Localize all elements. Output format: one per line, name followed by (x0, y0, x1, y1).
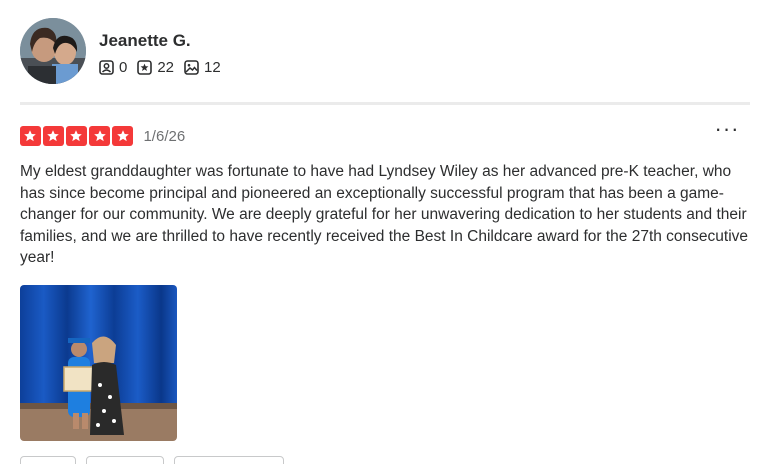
reviews-count: 22 (157, 59, 175, 76)
friends-count: 0 (119, 59, 128, 76)
friends-icon (99, 60, 114, 75)
star-icon (112, 125, 133, 147)
friends-stat: 0 (99, 59, 127, 76)
photo-icon (184, 60, 199, 75)
star-icon (66, 125, 87, 147)
photos-stat: 12 (184, 59, 221, 76)
more-options-icon[interactable]: ··· (714, 118, 740, 146)
reviewer-header: Jeanette G. 0 22 12 (20, 18, 750, 88)
reaction-buttons (20, 456, 294, 464)
avatar[interactable] (20, 18, 86, 84)
review-text: My eldest granddaughter was fortunate to… (20, 163, 749, 266)
star-icon (43, 125, 64, 147)
reaction-button-thanks[interactable] (86, 456, 164, 464)
reviewer-name[interactable]: Jeanette G. (99, 31, 191, 51)
section-divider (20, 102, 750, 105)
star-icon (89, 125, 110, 147)
star-icon (20, 125, 41, 147)
review-date: 1/6/26 (143, 127, 186, 145)
reaction-button-love[interactable] (174, 456, 284, 464)
review-photo[interactable] (20, 285, 177, 441)
reviews-stat: 22 (137, 59, 174, 76)
reviewer-stats: 0 22 12 (99, 59, 231, 76)
star-rating (20, 125, 135, 147)
reaction-button-helpful[interactable] (20, 456, 76, 464)
photos-count: 12 (204, 59, 221, 76)
rating-row: 1/6/26 (20, 125, 185, 147)
star-badge-icon (137, 60, 153, 75)
